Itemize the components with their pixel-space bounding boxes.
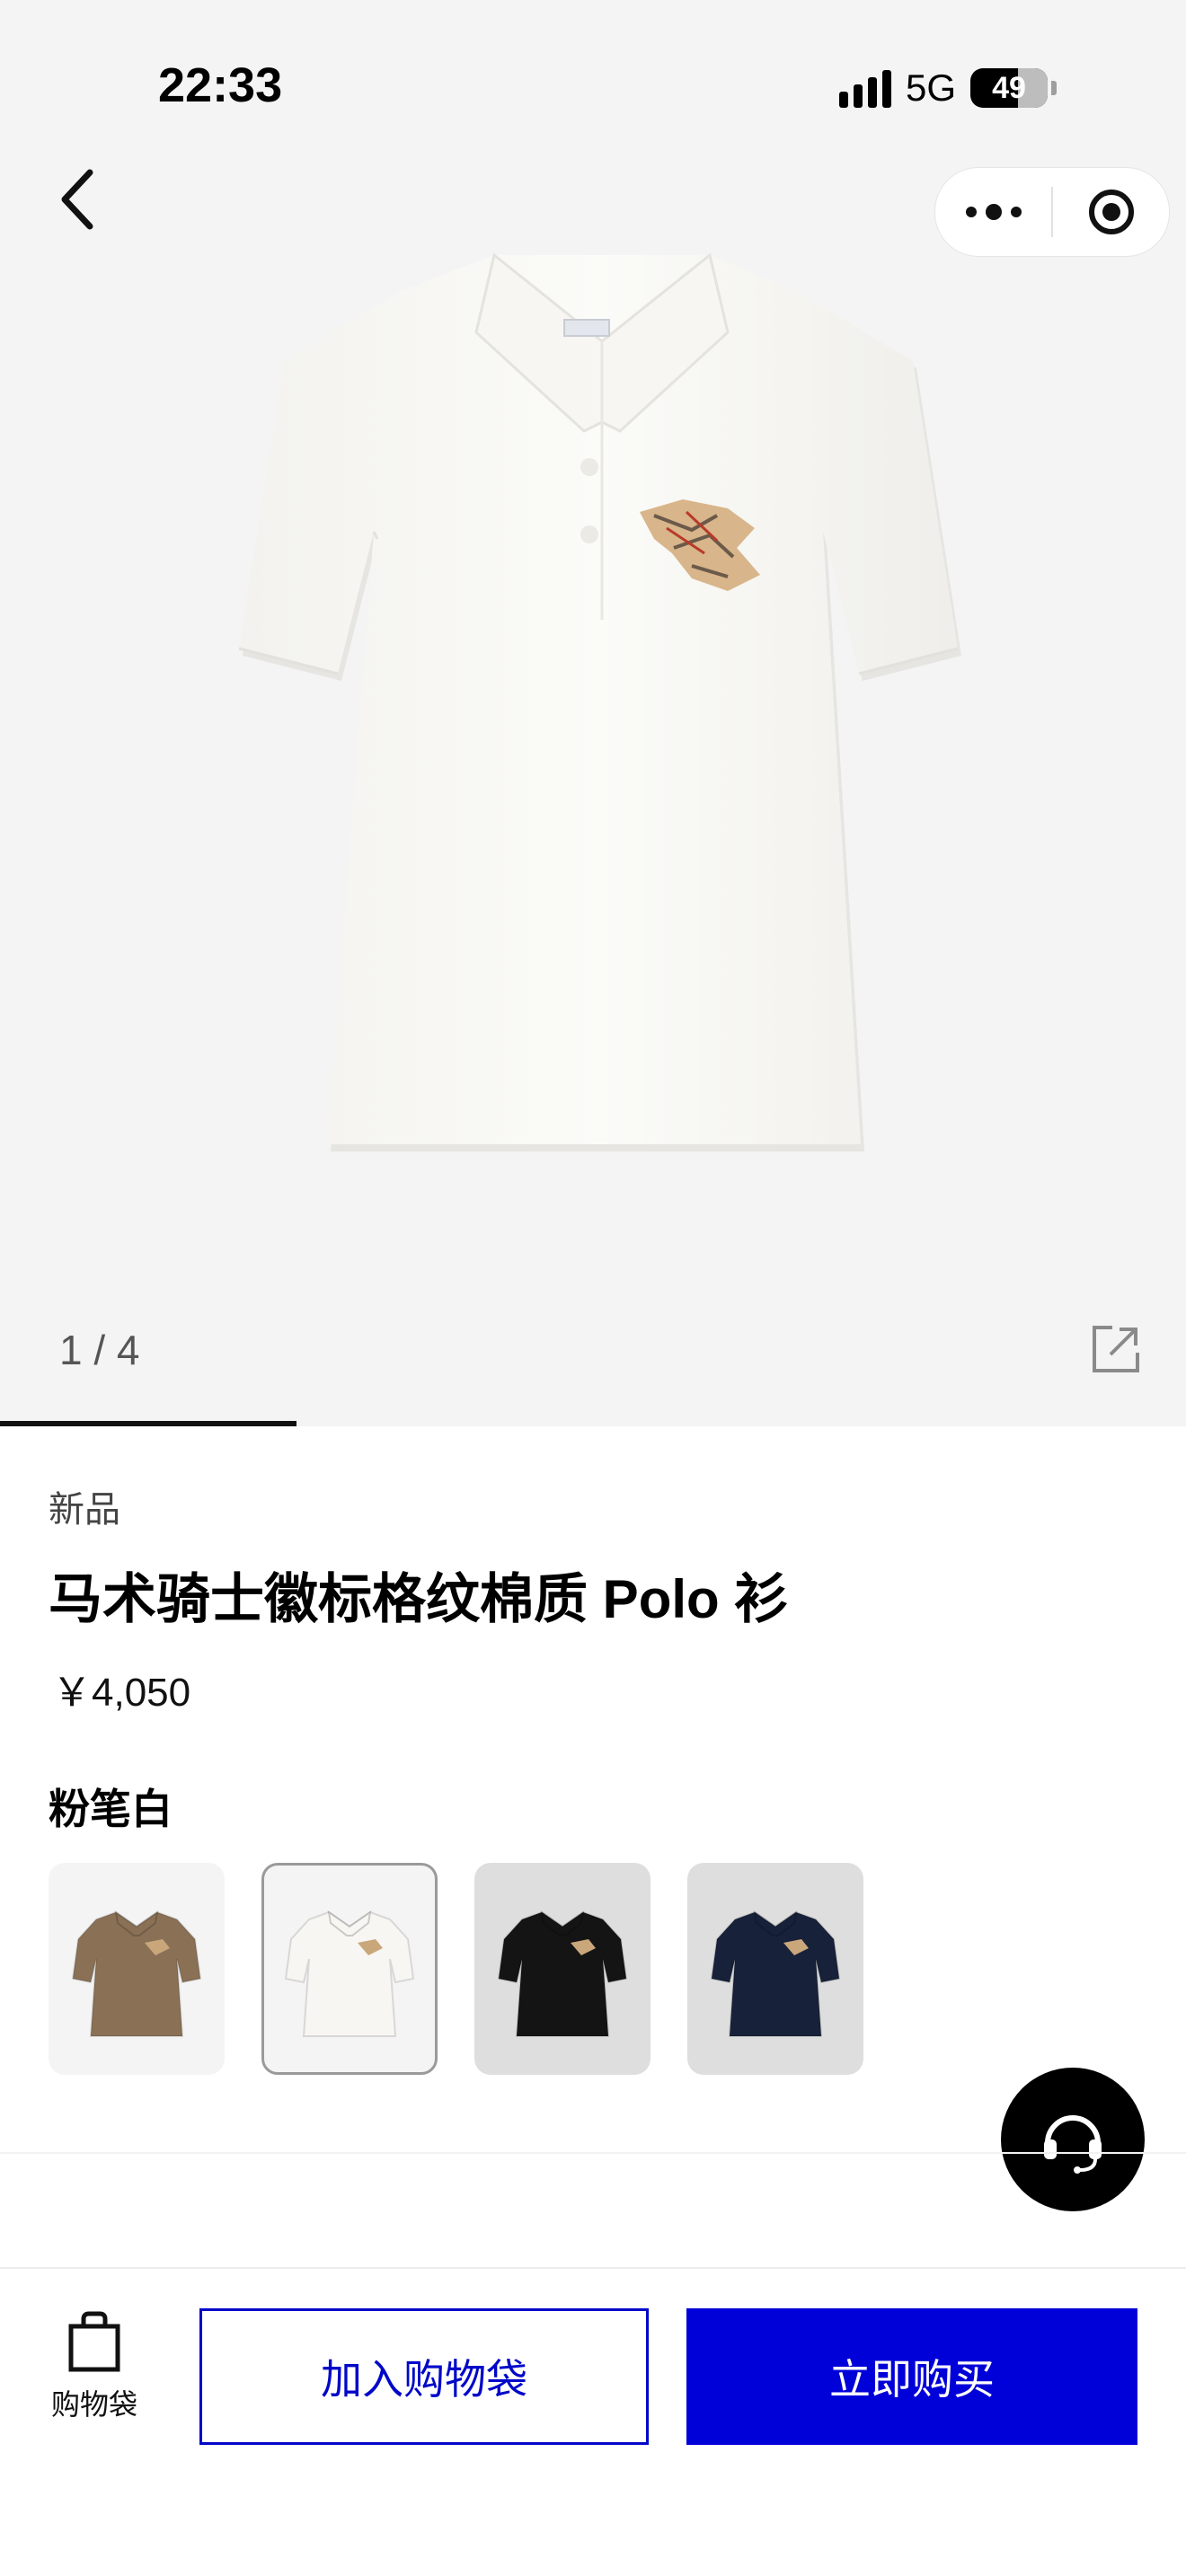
customer-service-button[interactable] [1001, 2068, 1145, 2211]
section-divider [0, 2152, 1186, 2154]
shopping-bag-button[interactable]: 购物袋 [36, 2310, 153, 2445]
shopping-bag-icon [68, 2311, 120, 2372]
gallery-counter: 1 / 4 [59, 1327, 140, 1373]
color-swatch-navy[interactable] [687, 1863, 863, 2075]
more-dots-icon [965, 204, 1022, 220]
external-link-icon [1093, 1326, 1139, 1372]
new-badge: 新品 [49, 1490, 120, 1530]
signal-icon [839, 68, 891, 108]
network-label: 5G [906, 66, 957, 109]
share-button[interactable] [1089, 1322, 1143, 1376]
gallery-progress-fill [0, 1421, 296, 1426]
polo-thumbnail [71, 1910, 202, 2037]
battery-tip [1051, 81, 1058, 95]
polo-thumbnail [284, 1910, 415, 2037]
battery-level: 49 [992, 70, 1026, 105]
polo-thumbnail [497, 1910, 628, 2037]
color-swatch-black[interactable] [474, 1863, 651, 2075]
product-title: 马术骑士徽标格纹棉质 Polo 衫 [49, 1569, 789, 1629]
selected-color-name: 粉笔白 [49, 1786, 173, 1832]
status-indicators: 5G 49 [839, 63, 1058, 113]
close-miniprogram-button[interactable] [1053, 168, 1169, 256]
buy-now-button[interactable]: 立即购买 [686, 2308, 1137, 2445]
back-button[interactable] [50, 163, 108, 235]
headset-icon [1044, 2115, 1102, 2174]
color-swatch-brown[interactable] [49, 1863, 225, 2075]
bottom-bar-divider [0, 2267, 1186, 2269]
add-to-bag-button[interactable]: 加入购物袋 [199, 2308, 649, 2445]
status-time: 22:33 [158, 58, 283, 112]
color-swatch-white[interactable] [261, 1863, 438, 2075]
target-icon [1088, 190, 1134, 234]
product-price: ￥4,050 [52, 1671, 191, 1715]
shopping-bag-label: 购物袋 [50, 2388, 137, 2421]
battery-icon: 49 [970, 68, 1049, 108]
polo-thumbnail [710, 1910, 841, 2037]
chevron-left-icon [61, 169, 93, 230]
product-image[interactable] [225, 243, 979, 1186]
